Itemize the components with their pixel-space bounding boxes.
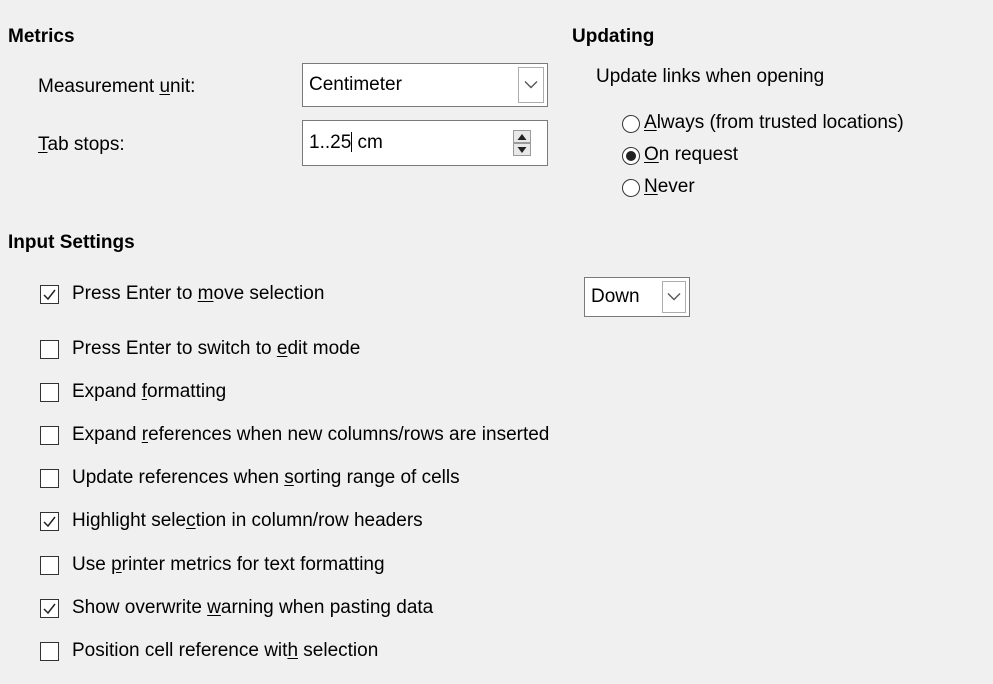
measurement-unit-label: Measurement unit: bbox=[38, 76, 196, 97]
updating-heading: Updating bbox=[572, 26, 655, 47]
metrics-heading: Metrics bbox=[8, 26, 75, 47]
tab-stops-label: Tab stops: bbox=[38, 134, 125, 155]
edit-mode-label[interactable]: Press Enter to switch to edit mode bbox=[72, 338, 360, 360]
checkbox-update-references[interactable] bbox=[40, 469, 59, 488]
radio-always-label[interactable]: Always (from trusted locations) bbox=[644, 112, 904, 134]
measurement-unit-value: Centimeter bbox=[309, 74, 402, 95]
radio-on-request-label[interactable]: On request bbox=[644, 144, 738, 166]
move-direction-select[interactable]: Down bbox=[584, 277, 690, 317]
check-icon bbox=[43, 289, 56, 301]
move-direction-value: Down bbox=[591, 286, 640, 307]
radio-selected-dot bbox=[626, 151, 636, 161]
checkbox-highlight-selection[interactable] bbox=[40, 512, 59, 531]
check-icon bbox=[43, 603, 56, 615]
radio-always[interactable] bbox=[622, 115, 640, 133]
checkbox-expand-formatting[interactable] bbox=[40, 383, 59, 402]
highlight-selection-label[interactable]: Highlight selection in column/row header… bbox=[72, 510, 423, 532]
radio-on-request[interactable] bbox=[622, 147, 640, 165]
chevron-down-icon[interactable] bbox=[518, 67, 544, 103]
tab-stops-spinbox[interactable]: 1..25 cm bbox=[302, 120, 548, 166]
update-links-label: Update links when opening bbox=[596, 66, 825, 87]
move-selection-label[interactable]: Press Enter to move selection bbox=[72, 283, 324, 305]
input-settings-heading: Input Settings bbox=[8, 232, 135, 253]
checkbox-expand-references[interactable] bbox=[40, 426, 59, 445]
expand-formatting-label[interactable]: Expand formatting bbox=[72, 381, 226, 403]
tab-stops-value[interactable]: 1..25 cm bbox=[309, 132, 383, 154]
position-cell-reference-label[interactable]: Position cell reference with selection bbox=[72, 640, 378, 662]
expand-references-label[interactable]: Expand references when new columns/rows … bbox=[72, 424, 549, 446]
radio-never-label[interactable]: Never bbox=[644, 176, 695, 198]
checkbox-edit-mode[interactable] bbox=[40, 340, 59, 359]
overwrite-warning-label[interactable]: Show overwrite warning when pasting data bbox=[72, 597, 433, 619]
check-icon bbox=[43, 516, 56, 528]
spin-down-icon[interactable] bbox=[513, 143, 531, 156]
checkbox-printer-metrics[interactable] bbox=[40, 556, 59, 575]
radio-never[interactable] bbox=[622, 179, 640, 197]
printer-metrics-label[interactable]: Use printer metrics for text formatting bbox=[72, 554, 385, 576]
measurement-unit-select[interactable]: Centimeter bbox=[302, 63, 548, 107]
chevron-down-icon[interactable] bbox=[662, 281, 686, 313]
checkbox-position-cell-reference[interactable] bbox=[40, 642, 59, 661]
checkbox-overwrite-warning[interactable] bbox=[40, 599, 59, 618]
update-references-label[interactable]: Update references when sorting range of … bbox=[72, 467, 460, 489]
spin-up-icon[interactable] bbox=[513, 130, 531, 143]
checkbox-move-selection[interactable] bbox=[40, 285, 59, 304]
